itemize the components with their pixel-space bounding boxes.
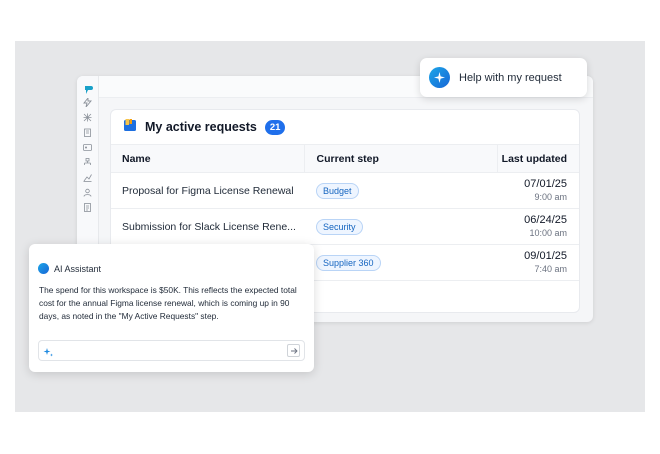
updated-date: 07/01/25 [524,178,567,190]
updated-cell: 06/24/25 10:00 am [497,208,579,245]
column-header-last-updated[interactable]: Last updated [496,144,579,173]
card-header: My active requests 21 [111,110,579,144]
app-logo-icon [83,82,93,94]
updated-time: 7:40 am [534,264,567,274]
step-badge: Security [316,218,363,235]
updated-time: 9:00 am [534,192,567,202]
table-row[interactable]: Proposal for Figma License Renewal Budge… [111,172,579,209]
help-label: Help with my request [459,71,562,84]
sparkle-icon [429,67,450,88]
step-cell: Supplier 360 [304,244,497,281]
id-card-icon[interactable] [83,143,92,152]
step-badge: Supplier 360 [316,254,381,271]
column-header-current-step[interactable]: Current step [303,144,497,173]
help-with-request-button[interactable]: Help with my request [420,58,587,97]
assistant-header: AI Assistant [38,263,101,274]
request-count-badge: 21 [264,119,286,135]
updated-cell: 07/01/25 9:00 am [497,172,579,209]
assistant-logo-icon [38,263,49,274]
chart-icon[interactable] [83,173,92,182]
assistant-input[interactable] [57,343,277,358]
step-badge: Budget [316,182,359,199]
step-cell: Security [304,208,497,245]
column-header-name[interactable]: Name [111,144,304,173]
table-row[interactable]: Submission for Slack License Rene... Sec… [111,208,579,245]
arrow-right-icon [290,347,298,354]
card-title: My active requests [145,120,257,134]
updated-date: 09/01/25 [524,250,567,262]
folder-icon [123,118,137,137]
lightning-icon[interactable] [83,98,92,107]
updated-time: 10:00 am [529,228,567,238]
building-icon[interactable] [83,128,92,137]
assistant-title: AI Assistant [54,263,102,274]
updated-date: 06/24/25 [524,214,567,226]
sparkle-icon [43,345,54,363]
step-cell: Budget [304,172,497,209]
grid-icon[interactable] [83,113,92,122]
hierarchy-icon[interactable] [83,158,92,167]
user-icon[interactable] [83,188,92,197]
assistant-message: The spend for this workspace is $50K. Th… [39,285,297,321]
assistant-input-box[interactable] [38,340,305,361]
ai-assistant-panel: AI Assistant The spend for this workspac… [29,244,314,372]
request-name[interactable]: Proposal for Figma License Renewal [111,172,304,209]
screenshot-backdrop: My active requests 21 Name Current step … [15,41,645,412]
table-header-row: Name Current step Last updated [111,144,579,173]
document-icon[interactable] [83,203,92,212]
request-name[interactable]: Submission for Slack License Rene... [111,208,304,245]
updated-cell: 09/01/25 7:40 am [497,244,579,281]
send-button[interactable] [287,344,300,357]
